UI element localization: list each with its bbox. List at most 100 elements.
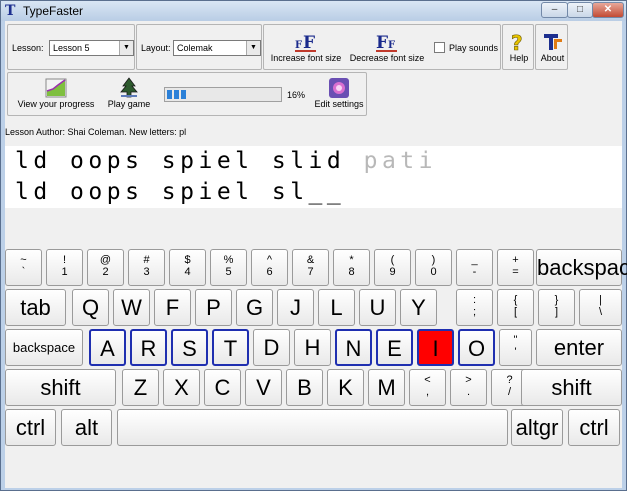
target-text-line: ld oops spiel slid pati [15, 148, 437, 174]
key-b[interactable]: B [286, 369, 323, 406]
layout-select[interactable]: Colemak ▼ [173, 40, 261, 56]
svg-text:F: F [295, 40, 302, 51]
key-shift-left[interactable]: shift [5, 369, 116, 406]
key-shift-symbol: ! [62, 254, 67, 266]
key-l[interactable]: L [318, 289, 355, 326]
typing-area[interactable]: ld oops spiel slid pati ld oops spiel sl… [5, 146, 622, 208]
key-top-symbol-3[interactable]: | \ [579, 289, 622, 326]
key-g[interactable]: G [236, 289, 273, 326]
key-space[interactable] [117, 409, 508, 446]
help-button[interactable]: ? Help [505, 31, 533, 63]
key-number-10[interactable]: ) 0 [415, 249, 452, 286]
key-number-3[interactable]: #3 [128, 249, 165, 286]
key-number-4[interactable]: $4 [169, 249, 206, 286]
key-top-symbol-2[interactable]: }] [538, 289, 575, 326]
key-j[interactable]: J [277, 289, 314, 326]
key-o[interactable]: O [458, 329, 495, 366]
key-r[interactable]: R [130, 329, 167, 366]
key-a[interactable]: A [89, 329, 126, 366]
key-i[interactable]: I [417, 329, 454, 366]
key-top-symbol-0[interactable]: :; [456, 289, 493, 326]
maximize-button[interactable]: □ [567, 2, 593, 18]
lesson-select[interactable]: Lesson 5 ▼ [49, 40, 134, 56]
key-number-2[interactable]: @2 [87, 249, 124, 286]
key-d[interactable]: D [253, 329, 290, 366]
svg-text:F: F [388, 40, 395, 51]
key-tab[interactable]: tab [5, 289, 66, 326]
chevron-down-icon: ▼ [119, 41, 133, 55]
layout-select-value: Colemak [177, 43, 213, 53]
key-p[interactable]: P [195, 289, 232, 326]
title-bar[interactable]: T TypeFaster – □ ✕ [1, 1, 626, 21]
key-t[interactable]: T [212, 329, 249, 366]
key-shift-symbol: % [223, 254, 234, 266]
key-bottom-symbol-1[interactable]: >. [450, 369, 487, 406]
key-base-symbol: ' [514, 346, 517, 358]
key-number-12[interactable]: + = [497, 249, 534, 286]
key-ctrl-right[interactable]: ctrl [568, 409, 620, 446]
key-z[interactable]: Z [122, 369, 159, 406]
edit-settings-button[interactable]: Edit settings [312, 77, 366, 109]
key-base-symbol: . [466, 386, 471, 398]
key-m[interactable]: M [368, 369, 405, 406]
key-quote[interactable]: " ' [499, 329, 532, 366]
key-shift-symbol: ( [390, 254, 395, 266]
decrease-font-button[interactable]: F F Decrease font size [349, 31, 425, 63]
progress-fill [167, 90, 186, 99]
key-f[interactable]: F [154, 289, 191, 326]
key-n[interactable]: N [335, 329, 372, 366]
key-enter[interactable]: enter [536, 329, 622, 366]
key-number-6[interactable]: ^ 6 [251, 249, 288, 286]
key-base-symbol: 7 [307, 266, 314, 278]
key-number-9[interactable]: (9 [374, 249, 411, 286]
key-shift-right[interactable]: shift [521, 369, 622, 406]
key-shift-symbol: < [424, 374, 431, 386]
key-base-symbol: , [425, 386, 430, 398]
key-u[interactable]: U [359, 289, 396, 326]
key-v[interactable]: V [245, 369, 282, 406]
key-base-symbol: 0 [430, 266, 437, 278]
key-number-8[interactable]: * 8 [333, 249, 370, 286]
key-altgr[interactable]: altgr [511, 409, 563, 446]
key-number-5[interactable]: % 5 [210, 249, 247, 286]
play-sounds-checkbox[interactable] [434, 42, 445, 53]
view-progress-button[interactable]: View your progress [14, 77, 98, 109]
key-bottom-symbol-0[interactable]: <, [409, 369, 446, 406]
key-k[interactable]: K [327, 369, 364, 406]
key-number-1[interactable]: ! 1 [46, 249, 83, 286]
key-s[interactable]: S [171, 329, 208, 366]
key-q[interactable]: Q [72, 289, 109, 326]
play-sounds-label: Play sounds [449, 43, 499, 53]
key-base-symbol: 3 [143, 266, 150, 278]
play-game-button[interactable]: Play game [104, 77, 154, 109]
lesson-label: Lesson: [12, 43, 44, 53]
key-shift-symbol: * [349, 254, 354, 266]
key-ctrl-left[interactable]: ctrl [5, 409, 56, 446]
key-h[interactable]: H [294, 329, 331, 366]
key-base-symbol: 5 [225, 266, 232, 278]
game-tree-icon [120, 77, 138, 98]
main-toolbar: Lesson: Lesson 5 ▼ Layout: Colemak ▼ F F [7, 24, 571, 70]
key-base-symbol: \ [598, 306, 603, 318]
close-button[interactable]: ✕ [592, 2, 624, 18]
key-x[interactable]: X [163, 369, 200, 406]
target-text-upcoming: pati [363, 148, 437, 174]
key-alt[interactable]: alt [61, 409, 112, 446]
key-c[interactable]: C [204, 369, 241, 406]
app-window: T TypeFaster – □ ✕ Lesson: Lesson 5 ▼ La… [0, 0, 627, 491]
key-e[interactable]: E [376, 329, 413, 366]
increase-font-button[interactable]: F F Increase font size [270, 31, 342, 63]
about-button[interactable]: About [537, 31, 568, 63]
key-y[interactable]: Y [400, 289, 437, 326]
minimize-button[interactable]: – [541, 2, 568, 18]
key-number-0[interactable]: ~ ` [5, 249, 42, 286]
key-caps-backspace[interactable]: backspace [5, 329, 83, 366]
key-shift-symbol: ~ [20, 254, 27, 266]
window-title: TypeFaster [23, 4, 84, 18]
key-backspace[interactable]: backspace [536, 249, 627, 286]
key-w[interactable]: W [113, 289, 150, 326]
key-number-7[interactable]: & 7 [292, 249, 329, 286]
key-top-symbol-1[interactable]: {[ [497, 289, 534, 326]
key-base-symbol: 8 [348, 266, 355, 278]
key-number-11[interactable]: _ - [456, 249, 493, 286]
